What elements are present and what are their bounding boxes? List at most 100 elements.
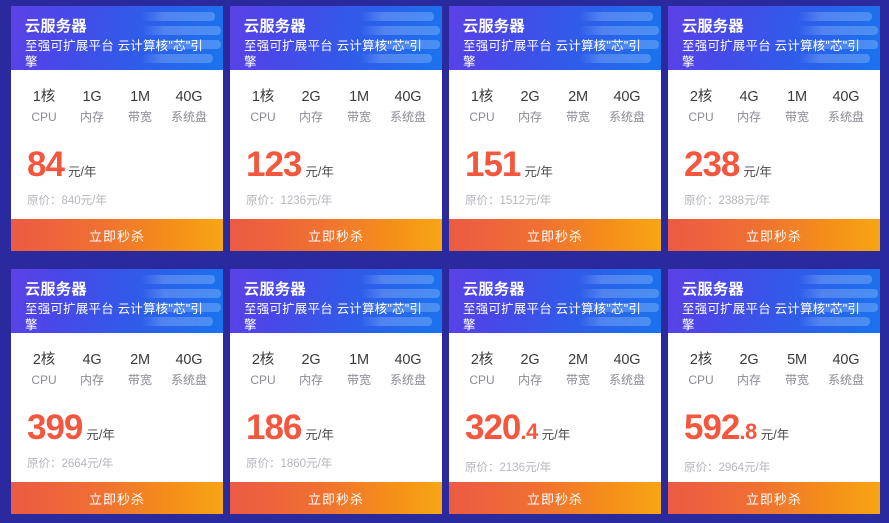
spec-bandwidth: 1M 带宽 xyxy=(342,351,376,389)
spec-disk-value: 40G xyxy=(394,89,422,105)
spec-cpu-value: 2核 xyxy=(251,352,275,368)
spec-bandwidth-label: 带宽 xyxy=(127,373,152,387)
spec-disk: 40G 系统盘 xyxy=(828,351,864,389)
card-header: 云服务器 至强可扩展平台 云计算核"芯"引擎 xyxy=(449,269,661,333)
spec-bandwidth-label: 带宽 xyxy=(346,373,371,387)
buy-now-button[interactable]: 立即秒杀 xyxy=(668,482,880,514)
spec-memory-value: 1G xyxy=(82,89,102,105)
card-title: 云服务器 xyxy=(25,281,88,298)
buy-now-button[interactable]: 立即秒杀 xyxy=(230,219,442,251)
original-price: 原价：1236元/年 xyxy=(246,195,333,207)
card-header: 云服务器 至强可扩展平台 云计算核"芯"引擎 xyxy=(668,6,880,70)
card-header: 云服务器 至强可扩展平台 云计算核"芯"引擎 xyxy=(230,6,442,70)
card-body: 2核 CPU 2G 内存 2M 带宽 40G 系统盘 320 .4 元/年 原价… xyxy=(449,333,661,482)
original-price: 原价：2964元/年 xyxy=(684,462,771,474)
card-subtitle: 至强可扩展平台 云计算核"芯"引擎 xyxy=(682,302,861,332)
spec-memory-label: 内存 xyxy=(736,110,761,124)
card-body: 1核 CPU 1G 内存 1M 带宽 40G 系统盘 84 元/年 原价：840… xyxy=(11,70,223,219)
buy-now-button[interactable]: 立即秒杀 xyxy=(11,219,223,251)
product-card[interactable]: 云服务器 至强可扩展平台 云计算核"芯"引擎 2核 CPU 2G 内存 5M 带… xyxy=(668,269,880,514)
price-unit: 元/年 xyxy=(524,165,553,179)
original-price: 原价：1860元/年 xyxy=(246,458,333,470)
buy-now-button[interactable]: 立即秒杀 xyxy=(449,482,661,514)
price-unit: 元/年 xyxy=(67,165,97,179)
spec-disk-value: 40G xyxy=(832,89,860,105)
price-amount: 123 xyxy=(246,145,302,184)
price-amount: 84 xyxy=(27,145,65,184)
price-unit: 元/年 xyxy=(760,428,790,442)
spec-cpu: 1核 CPU xyxy=(27,88,61,126)
spec-memory-value: 2G xyxy=(739,352,759,368)
price-amount: 151 xyxy=(465,145,521,184)
spec-bandwidth-label: 带宽 xyxy=(565,110,590,124)
spec-memory-value: 2G xyxy=(301,89,321,105)
spec-cpu-value: 2核 xyxy=(32,352,56,368)
card-subtitle: 至强可扩展平台 云计算核"芯"引擎 xyxy=(244,302,423,332)
spec-cpu: 2核 CPU xyxy=(684,351,718,389)
spec-cpu-label: CPU xyxy=(469,110,495,124)
spec-memory-label: 内存 xyxy=(517,110,542,124)
card-title: 云服务器 xyxy=(244,18,307,35)
spec-disk-label: 系统盘 xyxy=(827,373,864,387)
price-row: 320 .4 元/年 xyxy=(463,409,647,451)
spec-disk-label: 系统盘 xyxy=(170,110,207,124)
spec-cpu: 2核 CPU xyxy=(465,351,499,389)
spec-disk-label: 系统盘 xyxy=(389,110,426,124)
card-body: 2核 CPU 4G 内存 2M 带宽 40G 系统盘 399 元/年 原价：26… xyxy=(11,333,223,482)
price-unit: 元/年 xyxy=(305,165,334,179)
card-header: 云服务器 至强可扩展平台 云计算核"芯"引擎 xyxy=(11,6,223,70)
buy-now-button[interactable]: 立即秒杀 xyxy=(11,482,223,514)
product-card[interactable]: 云服务器 至强可扩展平台 云计算核"芯"引擎 2核 CPU 4G 内存 1M 带… xyxy=(668,6,880,251)
price-unit: 元/年 xyxy=(743,165,772,179)
spec-disk: 40G 系统盘 xyxy=(171,88,207,126)
spec-bandwidth-value: 1M xyxy=(787,89,807,105)
original-price: 原价：2664元/年 xyxy=(27,458,114,470)
price-row: 238 元/年 xyxy=(682,146,866,184)
price-amount: 399 xyxy=(27,408,83,447)
spec-cpu-value: 2核 xyxy=(470,352,494,368)
card-body: 1核 CPU 2G 内存 2M 带宽 40G 系统盘 151 元/年 原价：15… xyxy=(449,70,661,219)
spec-disk: 40G 系统盘 xyxy=(828,88,864,126)
spec-memory-value: 2G xyxy=(520,352,540,368)
price-unit: 元/年 xyxy=(541,428,571,442)
card-header: 云服务器 至强可扩展平台 云计算核"芯"引擎 xyxy=(230,269,442,333)
product-card[interactable]: 云服务器 至强可扩展平台 云计算核"芯"引擎 2核 CPU 2G 内存 2M 带… xyxy=(449,269,661,514)
spec-disk-value: 40G xyxy=(175,352,203,368)
spec-memory: 4G 内存 xyxy=(732,88,766,126)
price-row: 84 元/年 xyxy=(25,146,209,184)
original-price: 原价：840元/年 xyxy=(27,195,107,207)
product-card[interactable]: 云服务器 至强可扩展平台 云计算核"芯"引擎 1核 CPU 2G 内存 2M 带… xyxy=(449,6,661,251)
card-title: 云服务器 xyxy=(244,281,307,298)
buy-now-button[interactable]: 立即秒杀 xyxy=(449,219,661,251)
product-card[interactable]: 云服务器 至强可扩展平台 云计算核"芯"引擎 2核 CPU 2G 内存 1M 带… xyxy=(230,269,442,514)
spec-cpu-value: 1核 xyxy=(251,89,275,105)
original-price: 原价：2388元/年 xyxy=(684,195,771,207)
spec-cpu-label: CPU xyxy=(250,373,276,387)
price-amount: 238 xyxy=(684,145,740,184)
spec-bandwidth-label: 带宽 xyxy=(565,373,590,387)
buy-now-button[interactable]: 立即秒杀 xyxy=(230,482,442,514)
card-header: 云服务器 至强可扩展平台 云计算核"芯"引擎 xyxy=(11,269,223,333)
spec-cpu: 1核 CPU xyxy=(465,88,499,126)
card-subtitle: 至强可扩展平台 云计算核"芯"引擎 xyxy=(25,39,204,69)
spec-memory: 1G 内存 xyxy=(75,88,109,126)
product-card[interactable]: 云服务器 至强可扩展平台 云计算核"芯"引擎 1核 CPU 2G 内存 1M 带… xyxy=(230,6,442,251)
buy-now-button[interactable]: 立即秒杀 xyxy=(668,219,880,251)
spec-cpu-label: CPU xyxy=(31,110,57,124)
spec-disk-value: 40G xyxy=(394,352,422,368)
spec-bandwidth: 2M 带宽 xyxy=(561,351,595,389)
spec-disk-value: 40G xyxy=(613,89,641,105)
product-card[interactable]: 云服务器 至强可扩展平台 云计算核"芯"引擎 1核 CPU 1G 内存 1M 带… xyxy=(11,6,223,251)
price-row: 151 元/年 xyxy=(463,146,647,184)
spec-disk: 40G 系统盘 xyxy=(390,351,426,389)
spec-disk: 40G 系统盘 xyxy=(609,351,645,389)
card-body: 1核 CPU 2G 内存 1M 带宽 40G 系统盘 123 元/年 原价：12… xyxy=(230,70,442,219)
spec-bandwidth-label: 带宽 xyxy=(346,110,371,124)
spec-bandwidth-value: 2M xyxy=(568,352,588,368)
price-row: 123 元/年 xyxy=(244,146,428,184)
spec-memory-label: 内存 xyxy=(736,373,761,387)
original-price: 原价：2136元/年 xyxy=(465,462,552,474)
card-header: 云服务器 至强可扩展平台 云计算核"芯"引擎 xyxy=(668,269,880,333)
product-card[interactable]: 云服务器 至强可扩展平台 云计算核"芯"引擎 2核 CPU 4G 内存 2M 带… xyxy=(11,269,223,514)
spec-disk-label: 系统盘 xyxy=(827,110,864,124)
